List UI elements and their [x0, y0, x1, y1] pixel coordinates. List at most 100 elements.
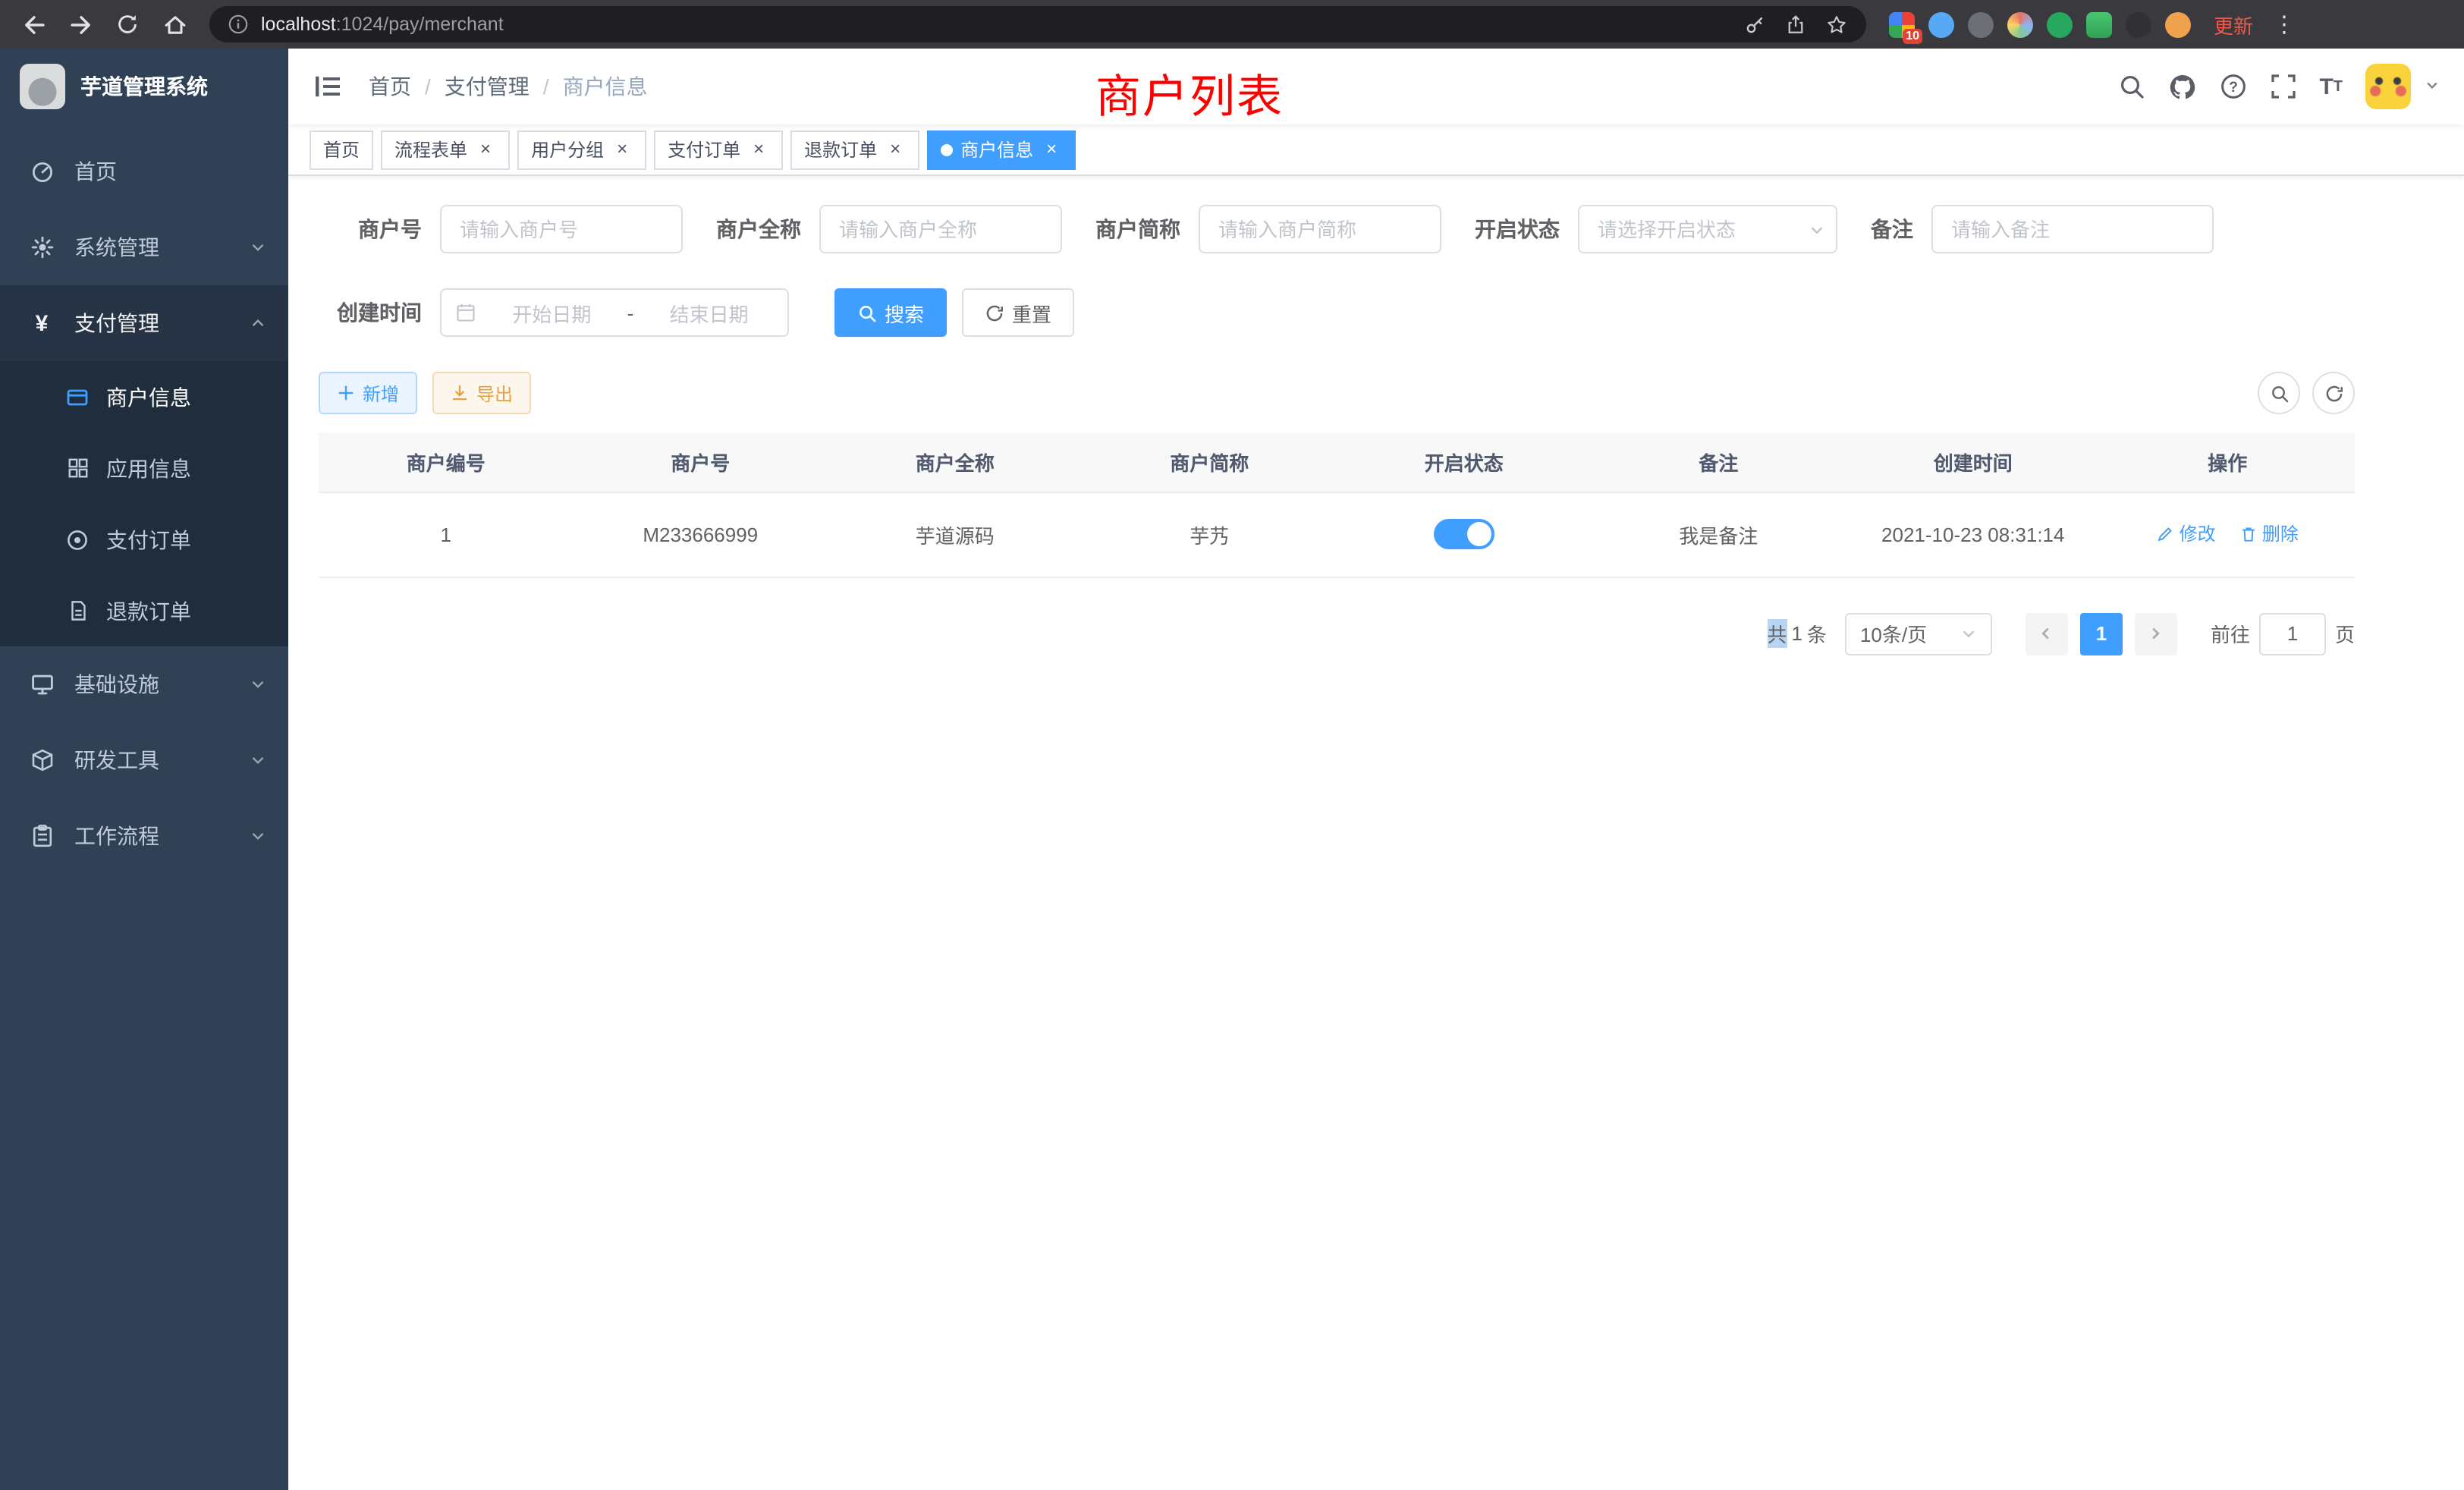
tag-pay-order[interactable]: 支付订单 × [654, 130, 783, 169]
fullscreen-icon[interactable] [2269, 73, 2296, 100]
merchant-short-name-input[interactable] [1199, 205, 1441, 253]
breadcrumb: 首页 / 支付管理 / 商户信息 [369, 71, 648, 102]
search-button[interactable]: 搜索 [834, 288, 947, 337]
font-size-icon[interactable]: TT [2319, 74, 2343, 99]
breadcrumb-home[interactable]: 首页 [369, 71, 411, 102]
edit-button[interactable]: 修改 [2157, 521, 2216, 547]
sidebar-item-label: 支付管理 [74, 308, 159, 338]
chevron-down-icon [250, 672, 266, 696]
col-merchant-short-name: 商户简称 [1083, 432, 1337, 492]
refresh-icon[interactable] [2312, 372, 2355, 414]
extension-puzzle-icon[interactable] [2126, 11, 2151, 37]
sidebar-item-payment[interactable]: ¥ 支付管理 [0, 285, 288, 361]
status-toggle[interactable] [1434, 519, 1494, 549]
tag-process-form[interactable]: 流程表单 × [381, 130, 510, 169]
page-size-select[interactable]: 10条/页 [1845, 612, 1992, 655]
tag-home[interactable]: 首页 [310, 130, 373, 169]
password-key-icon[interactable] [1743, 13, 1766, 36]
extension-green-square-icon[interactable] [2086, 11, 2112, 37]
sidebar-item-dev-tools[interactable]: 研发工具 [0, 722, 288, 798]
reset-button[interactable]: 重置 [962, 288, 1074, 337]
sidebar-item-system[interactable]: 系统管理 [0, 209, 288, 285]
extension-colorful-icon[interactable] [2007, 11, 2033, 37]
remark-input[interactable] [1931, 205, 2214, 253]
address-bar[interactable]: localhost:1024/pay/merchant [209, 6, 1866, 42]
prev-page-button[interactable] [2026, 612, 2068, 655]
breadcrumb-separator: / [543, 74, 549, 99]
sidebar-item-merchant-info[interactable]: 商户信息 [0, 361, 288, 432]
status-label: 开启状态 [1475, 214, 1560, 244]
sidebar-item-workflow[interactable]: 工作流程 [0, 798, 288, 874]
calendar-icon [455, 302, 476, 323]
browser-forward-icon[interactable] [62, 6, 99, 42]
breadcrumb-current: 商户信息 [563, 71, 648, 102]
extension-avatar-icon[interactable] [2165, 11, 2191, 37]
col-actions: 操作 [2101, 432, 2356, 492]
browser-update-button[interactable]: 更新 [2214, 10, 2253, 39]
close-icon[interactable]: × [475, 139, 496, 160]
breadcrumb-payment[interactable]: 支付管理 [445, 71, 530, 102]
merchant-name-input[interactable] [819, 205, 1062, 253]
merchant-table: 商户编号 商户号 商户全称 商户简称 开启状态 备注 创建时间 操作 1 [319, 432, 2355, 577]
cell-status [1337, 492, 1592, 577]
close-icon[interactable]: × [748, 139, 769, 160]
avatar-caret-icon[interactable] [2425, 73, 2440, 100]
remark-label: 备注 [1871, 214, 1913, 244]
chevron-down-icon [250, 235, 266, 259]
status-select[interactable] [1578, 205, 1837, 253]
browser-back-icon[interactable] [15, 6, 52, 42]
cell-create-time: 2021-10-23 08:31:14 [1846, 492, 2101, 577]
avatar[interactable] [2365, 64, 2411, 109]
close-icon[interactable]: × [611, 139, 633, 160]
sidebar-item-infrastructure[interactable]: 基础设施 [0, 646, 288, 722]
cell-merchant-no: M233666999 [574, 492, 828, 577]
export-button[interactable]: 导出 [432, 372, 531, 414]
sidebar-toggle-icon[interactable] [313, 71, 343, 102]
share-icon[interactable] [1784, 13, 1807, 36]
create-time-range-picker[interactable]: 开始日期 - 结束日期 [440, 288, 789, 337]
bookmark-star-icon[interactable] [1825, 13, 1848, 36]
tag-merchant-info[interactable]: 商户信息 × [927, 130, 1076, 169]
tag-user-group[interactable]: 用户分组 × [517, 130, 646, 169]
toggle-search-icon[interactable] [2258, 372, 2300, 414]
extension-blue-icon[interactable] [1928, 11, 1954, 37]
sidebar-item-label: 支付订单 [106, 524, 191, 555]
extension-badge: 10 [1903, 28, 1922, 43]
chevron-down-icon [250, 748, 266, 772]
github-icon[interactable] [2167, 72, 2196, 101]
sidebar-item-app-info[interactable]: 应用信息 [0, 432, 288, 504]
extension-green-circle-icon[interactable] [2047, 11, 2073, 37]
gear-icon [29, 234, 55, 260]
extension-grid-icon[interactable]: 10 [1889, 11, 1915, 37]
add-button[interactable]: 新增 [319, 372, 417, 414]
end-date-placeholder[interactable]: 结束日期 [644, 298, 774, 327]
goto-page-input[interactable] [2259, 612, 2326, 655]
chevron-down-icon [250, 824, 266, 848]
sidebar-item-label: 系统管理 [74, 232, 159, 262]
sidebar-item-refund-order[interactable]: 退款订单 [0, 575, 288, 646]
extension-dark-icon[interactable] [1968, 11, 1994, 37]
grid-icon [65, 456, 90, 480]
dashboard-icon [29, 159, 55, 184]
browser-reload-icon[interactable] [109, 6, 146, 42]
browser-menu-icon[interactable]: ⋮ [2273, 11, 2296, 38]
col-status: 开启状态 [1337, 432, 1592, 492]
header-search-icon[interactable] [2117, 73, 2145, 100]
close-icon[interactable]: × [1041, 139, 1062, 160]
sidebar-item-label: 首页 [74, 156, 117, 187]
sidebar-logo[interactable]: 芋道管理系统 [0, 49, 288, 124]
browser-home-icon[interactable] [156, 6, 193, 42]
tag-refund-order[interactable]: 退款订单 × [790, 130, 919, 169]
sidebar-item-home[interactable]: 首页 [0, 134, 288, 209]
sidebar-item-label: 工作流程 [74, 821, 159, 851]
site-info-icon[interactable] [228, 14, 249, 35]
close-icon[interactable]: × [885, 139, 906, 160]
delete-button[interactable]: 删除 [2239, 521, 2299, 547]
table-header-row: 商户编号 商户号 商户全称 商户简称 开启状态 备注 创建时间 操作 [319, 432, 2355, 492]
page-number-button[interactable]: 1 [2080, 612, 2123, 655]
sidebar-item-pay-order[interactable]: 支付订单 [0, 504, 288, 575]
start-date-placeholder[interactable]: 开始日期 [487, 298, 617, 327]
help-icon[interactable]: ? [2219, 73, 2246, 100]
merchant-no-input[interactable] [440, 205, 683, 253]
next-page-button[interactable] [2135, 612, 2177, 655]
